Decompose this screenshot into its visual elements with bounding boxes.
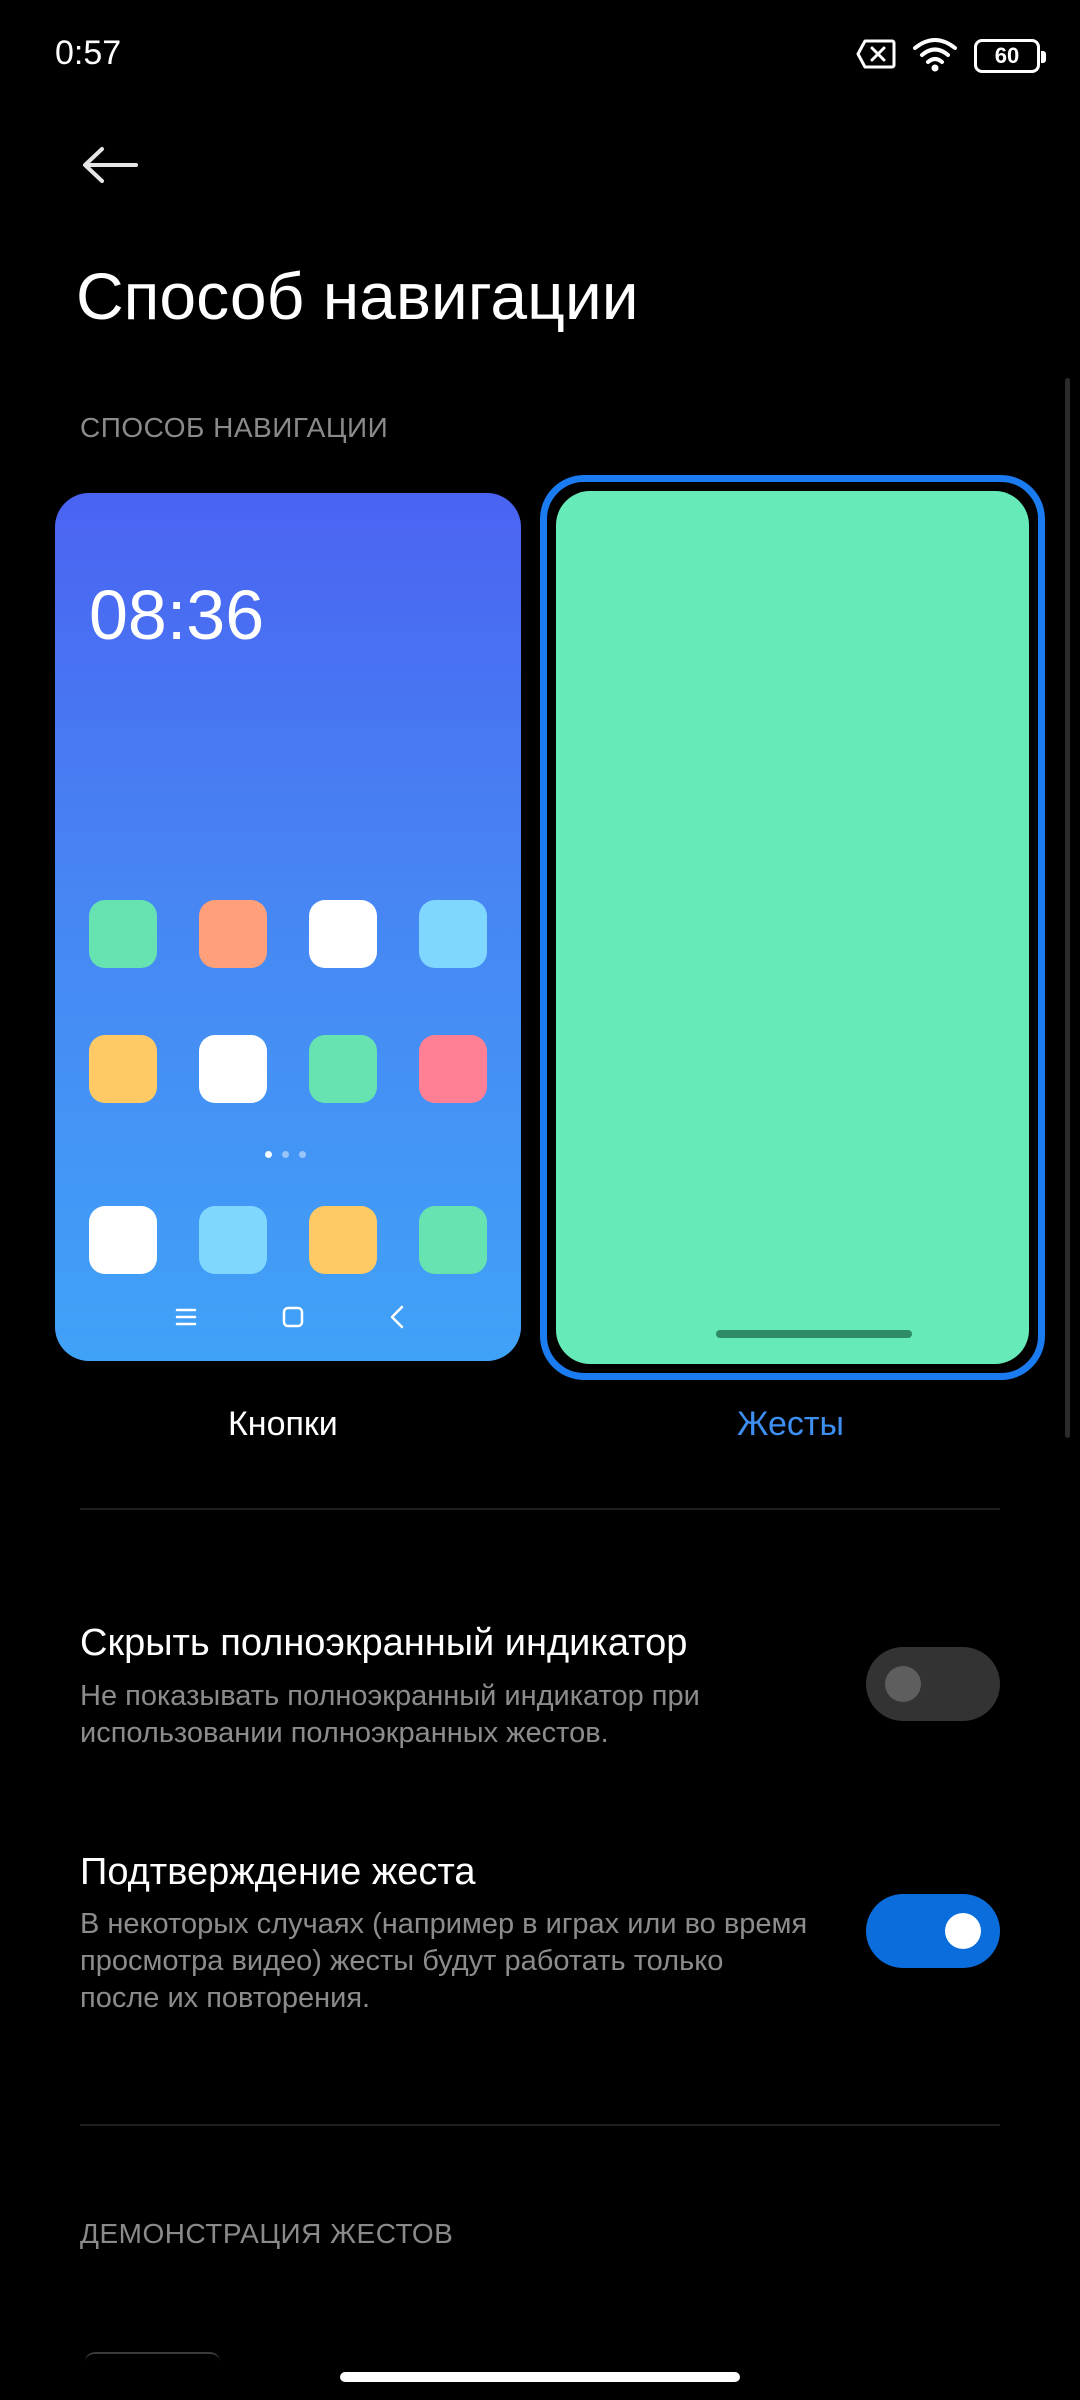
option-label-buttons[interactable]: Кнопки [228,1405,338,1444]
gesture-bar [716,1330,912,1338]
scrollbar[interactable] [1065,378,1070,1438]
option-label-gestures[interactable]: Жесты [737,1405,844,1444]
back-chevron-icon [390,1305,404,1329]
preview-nav-keys [175,1303,405,1331]
home-square-icon [282,1306,304,1328]
page-title: Способ навигации [76,259,639,333]
section-label-navigation: СПОСОБ НАВИГАЦИИ [80,412,389,443]
menu-icon [175,1308,197,1326]
app-icon [309,900,377,968]
section-label-demo: ДЕМОНСТРАЦИЯ ЖЕСТОВ [80,2218,454,2249]
gesture-confirm-toggle[interactable] [866,1894,1000,1968]
app-icon [199,1035,267,1103]
app-icon [89,1035,157,1103]
divider [80,1508,1000,1510]
app-icon [309,1035,377,1103]
app-icon [309,1206,377,1274]
setting-desc-gesture-confirm: В некоторых случаях (например в играх ил… [80,1908,808,2014]
arrow-left-icon [83,147,138,183]
demo-preview-peek [85,2352,220,2372]
page-indicator [265,1151,306,1158]
buttons-mode-preview[interactable]: 08:36 [55,493,521,1361]
app-icon [419,1206,487,1274]
divider [80,2124,1000,2126]
status-icons: 60 [856,36,1046,77]
setting-desc-hide-indicator: Не показывать полноэкранный индикатор пр… [80,1680,700,1749]
sim-none-icon [856,38,896,75]
hide-indicator-toggle[interactable] [866,1647,1000,1721]
status-time: 0:57 [55,34,122,72]
gestures-mode-preview[interactable] [556,491,1029,1364]
battery-icon: 60 [974,39,1046,73]
setting-title-hide-indicator: Скрыть полноэкранный индикатор [80,1622,688,1664]
app-icon [199,1206,267,1274]
wifi-icon [912,36,958,77]
home-indicator[interactable] [340,2372,740,2382]
app-icon [199,900,267,968]
app-icon [419,1035,487,1103]
app-icon [89,1206,157,1274]
preview-clock: 08:36 [89,576,265,654]
toggle-knob [885,1666,921,1702]
app-icon [419,900,487,968]
toggle-knob [945,1913,981,1949]
back-button[interactable] [75,135,145,195]
app-icon [89,900,157,968]
setting-title-gesture-confirm: Подтверждение жеста [80,1851,476,1893]
